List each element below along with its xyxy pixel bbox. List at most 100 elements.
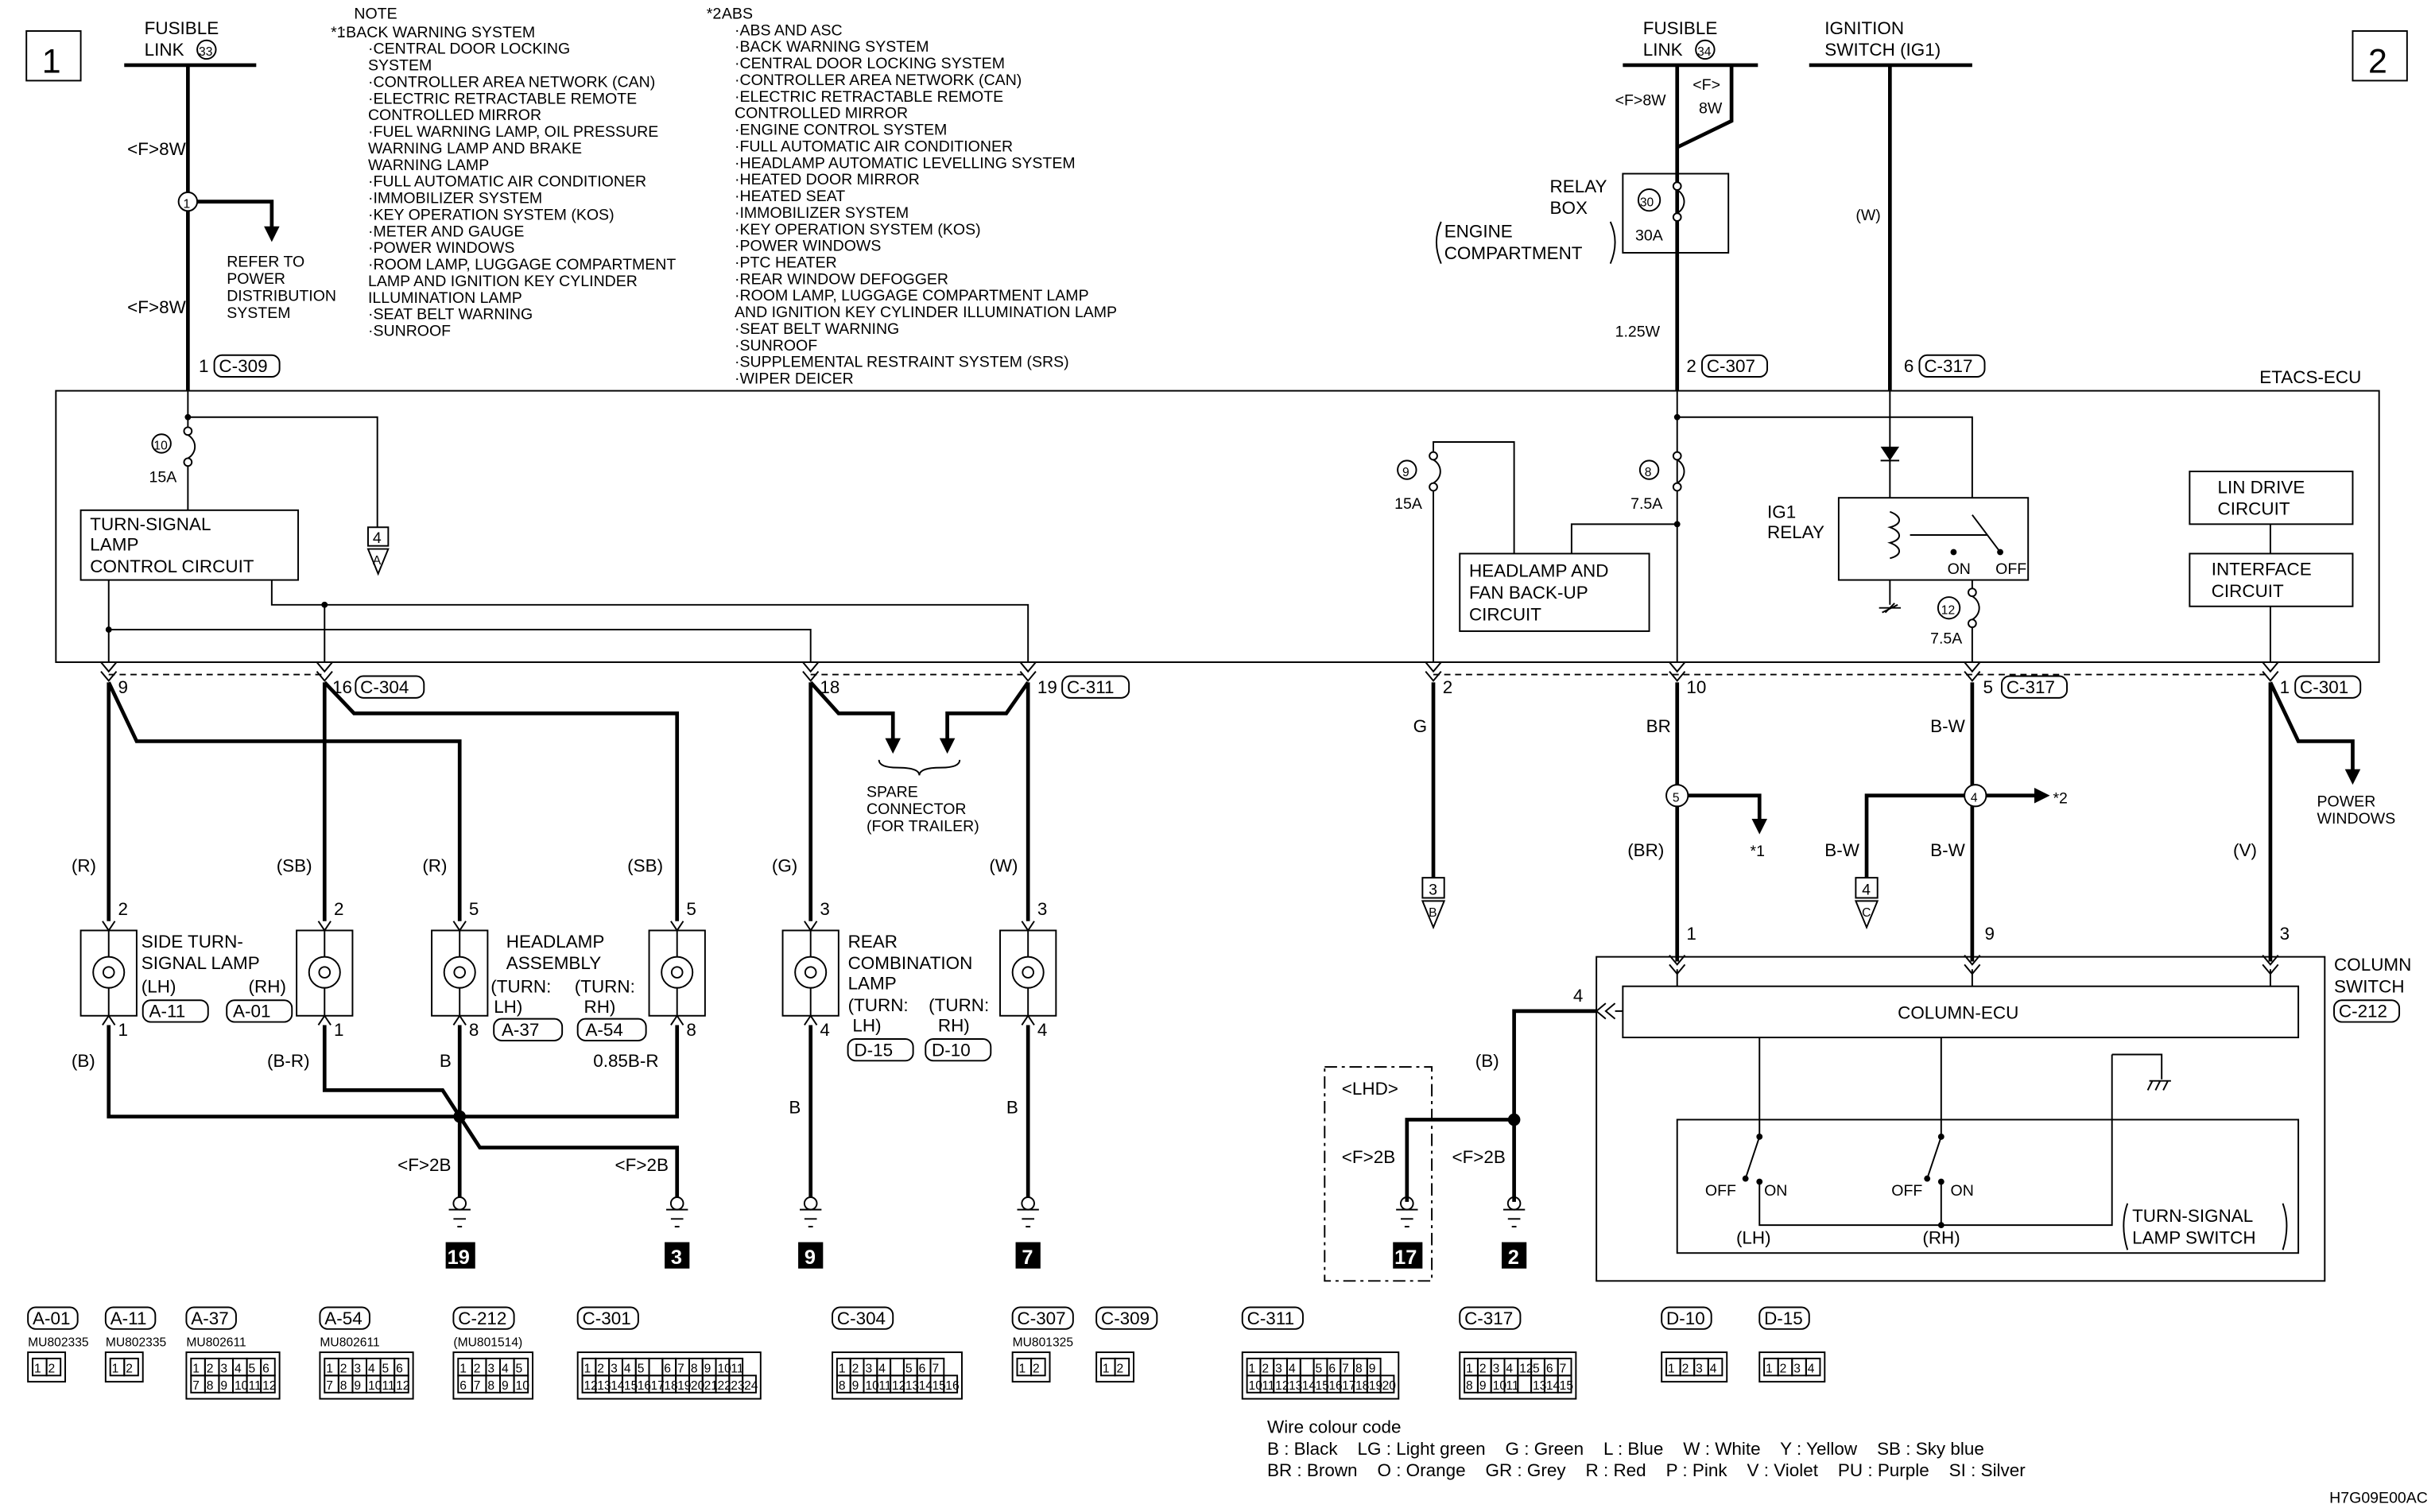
svg-text:D-15: D-15 [1764,1308,1803,1328]
svg-text:C-212: C-212 [2339,1002,2387,1022]
pin-number: 3 [1793,1362,1801,1375]
note-line: ·SUPPLEMENTAL RESTRAINT SYSTEM (SRS) [735,354,1069,371]
connector-view-c-212: C-212 (MU801514) 1 2 3 4 5 6 7 8 9 10 [452,1306,534,1400]
svg-text:B-W: B-W [1930,716,1965,736]
pin-number: 2 [1262,1362,1269,1375]
svg-text:33: 33 [199,45,212,59]
fuse-10: 10 15A [149,433,176,487]
note-line: ·KEY OPERATION SYSTEM (KOS) [368,206,615,223]
pin-number: 1 [1018,1362,1026,1375]
pin-number: 1 [112,1362,119,1375]
svg-text:DISTRIBUTION: DISTRIBUTION [227,287,336,304]
pin-number: 8 [839,1379,846,1393]
svg-text:A-01: A-01 [33,1308,70,1328]
pin-number: 2 [1033,1362,1040,1375]
svg-text:LAMP: LAMP [848,974,897,994]
pin-number: 3 [220,1362,227,1375]
svg-text:8: 8 [1645,466,1652,479]
pin-number: 4 [235,1362,242,1375]
svg-text:LINK: LINK [145,40,184,60]
svg-text:9: 9 [1402,466,1409,479]
svg-text:INTERFACE: INTERFACE [2212,560,2312,580]
svg-text:C-317: C-317 [1464,1308,1513,1328]
spare-connector-label: SPARECONNECTOR(FOR TRAILER) [867,784,979,835]
fusible-link-34: FUSIBLELINK 34 <F>8W<F>8W [1615,18,1758,117]
svg-text:<F>: <F> [1692,76,1720,94]
svg-text:CIRCUIT: CIRCUIT [2212,581,2284,601]
svg-text:OFF: OFF [1995,560,2026,578]
note-line: ·KEY OPERATION SYSTEM (KOS) [735,221,981,238]
fusible-link-33: FUSIBLELINK 33 [124,18,257,68]
pin-number: 4 [624,1362,631,1375]
svg-text:A-37: A-37 [191,1308,228,1328]
svg-text:C-301: C-301 [2300,677,2348,697]
pin-number: 1 [192,1362,200,1375]
pin-number: 9 [502,1379,509,1393]
lamp-labels: 2 2 1 1 SIDE TURN-SIGNAL LAMP (LH) (RH) A-11 A… [118,899,1047,1062]
svg-text:ETACS-ECU: ETACS-ECU [2259,367,2361,387]
pin-number: 11 [382,1379,395,1393]
note-line: ·IMMOBILIZER SYSTEM [735,204,909,222]
pin-number: 12 [262,1379,276,1393]
pin-number: 1 [326,1362,333,1375]
svg-text:COLUMN-ECU: COLUMN-ECU [1898,1003,2018,1023]
note-line: ILLUMINATION LAMP [368,289,522,307]
note-line: ·CONTROLLER AREA NETWORK (CAN) [735,72,1022,89]
pin-number: 4 [368,1362,375,1375]
column-switch: COLUMNSWITCH C-212 1 9 3 4 COLUMN-ECU OFF ON… [1573,924,2411,1282]
svg-text:SYSTEM: SYSTEM [227,304,290,322]
svg-text:FUSIBLE: FUSIBLE [145,18,219,38]
svg-text:C: C [1862,906,1871,920]
svg-text:15A: 15A [1394,495,1422,513]
note-line: ·ELECTRIC RETRACTABLE REMOTE [735,88,1003,106]
svg-text:Wire colour code: Wire colour code [1267,1417,1401,1437]
svg-text:(TURN:: (TURN: [848,995,909,1015]
svg-text:CONTROL CIRCUIT: CONTROL CIRCUIT [90,556,254,576]
svg-text:B-W: B-W [1824,840,1859,860]
svg-text:LH): LH) [494,997,522,1017]
svg-text:2: 2 [1443,677,1452,697]
note-line: ·FULL AUTOMATIC AIR CONDITIONER [368,173,646,191]
svg-text:C-307: C-307 [1707,356,1755,376]
pin-number: 11 [249,1379,262,1393]
svg-text:SIGNAL LAMP: SIGNAL LAMP [142,953,260,973]
svg-text:1: 1 [118,1020,127,1040]
svg-text:OFF: OFF [1705,1182,1736,1200]
svg-text:8: 8 [469,1020,479,1040]
svg-text:MU802611: MU802611 [320,1336,379,1349]
svg-text:SWITCH (IG1): SWITCH (IG1) [1824,40,1941,60]
connector-view-a-01: A-01 MU802335 1 2 [27,1306,89,1383]
pin-number: 2 [1682,1362,1689,1375]
svg-text:<LHD>: <LHD> [1342,1079,1398,1099]
svg-text:D-15: D-15 [854,1040,893,1060]
pin-number: 8 [207,1379,214,1393]
note-line: ·SUNROOF [735,337,817,355]
svg-text:LIN DRIVE: LIN DRIVE [2218,477,2305,497]
svg-text:<F>2B: <F>2B [1452,1147,1505,1167]
svg-text:A-54: A-54 [585,1020,622,1040]
connector-view-c-307: C-307 MU801325 1 2 [1011,1306,1074,1383]
pin-number: 1 [1249,1362,1256,1375]
svg-text:(MU801514): (MU801514) [453,1336,522,1349]
svg-text:REAR: REAR [848,932,898,952]
pin-number: 2 [852,1362,859,1375]
svg-text:COMBINATION: COMBINATION [848,953,973,973]
pin-number: 24 [744,1379,758,1393]
svg-text:(TURN:: (TURN: [929,995,989,1015]
wiring-diagram: 1 2 FUSIBLELINK 33 <F>8W <F>8W 1 REFER T… [25,5,2428,1506]
svg-text:(FOR TRAILER): (FOR TRAILER) [867,818,979,835]
fuse-8: 8 7.5A [1630,459,1662,513]
svg-text:C-311: C-311 [1247,1308,1294,1328]
svg-text:1: 1 [1686,924,1696,944]
note-line: SYSTEM [368,57,432,75]
note-line: ·ROOM LAMP, LUGGAGE COMPARTMENT LAMP [735,287,1089,304]
pin-number: 7 [474,1379,481,1393]
fuse-12: 12 7.5A [1930,596,1962,648]
svg-text:(LH): (LH) [1736,1228,1771,1248]
svg-text:9: 9 [1985,924,1995,944]
page-marker-1: 1 [25,30,82,82]
pin-number: 6 [919,1362,926,1375]
pin-number: 2 [207,1362,214,1375]
connector-view-a-11: A-11 MU802335 1 2 [104,1306,167,1383]
connector-views: A-01MU8023351 2A-11MU8023351 2 A-37 MU802611… [27,1306,1826,1400]
